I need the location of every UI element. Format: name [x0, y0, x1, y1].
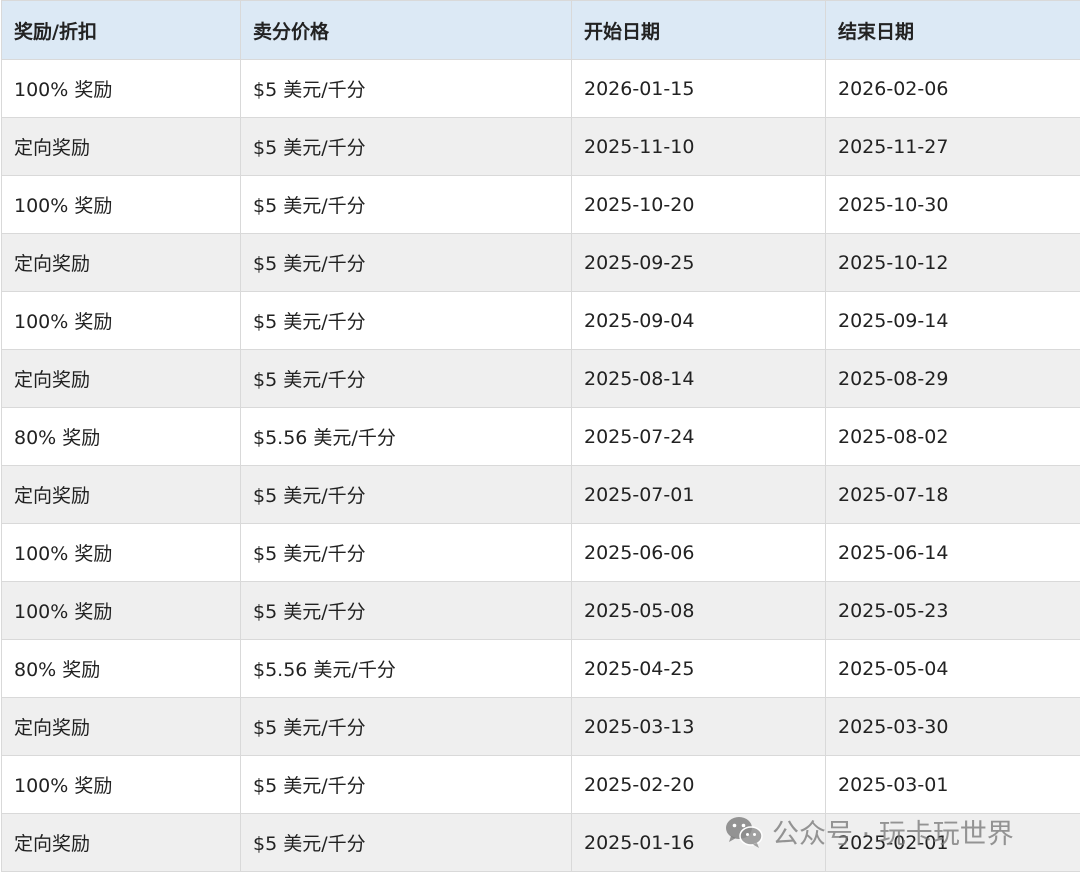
cell-end-date: 2025-05-04 — [825, 639, 1080, 698]
cell-reward: 定向奖励 — [1, 465, 241, 524]
table-row: 100% 奖励 $5 美元/千分 2025-10-20 2025-10-30 — [1, 175, 1080, 234]
cell-price: $5.56 美元/千分 — [240, 407, 572, 466]
table-row: 100% 奖励 $5 美元/千分 2025-02-20 2025-03-01 — [1, 755, 1080, 814]
cell-price: $5 美元/千分 — [240, 291, 572, 350]
cell-reward: 定向奖励 — [1, 349, 241, 408]
cell-reward: 定向奖励 — [1, 697, 241, 756]
cell-end-date: 2025-03-01 — [825, 755, 1080, 814]
cell-reward: 80% 奖励 — [1, 639, 241, 698]
table-row: 定向奖励 $5 美元/千分 2025-03-13 2025-03-30 — [1, 697, 1080, 756]
cell-end-date: 2025-10-30 — [825, 175, 1080, 234]
cell-reward: 80% 奖励 — [1, 407, 241, 466]
rewards-table: 奖励/折扣 卖分价格 开始日期 结束日期 100% 奖励 $5 美元/千分 20… — [1, 0, 1080, 872]
cell-end-date: 2025-08-02 — [825, 407, 1080, 466]
cell-start-date: 2025-08-14 — [571, 349, 826, 408]
cell-price: $5 美元/千分 — [240, 697, 572, 756]
cell-start-date: 2025-01-16 — [571, 813, 826, 872]
cell-price: $5 美元/千分 — [240, 581, 572, 640]
table-row: 定向奖励 $5 美元/千分 2025-11-10 2025-11-27 — [1, 117, 1080, 176]
cell-end-date: 2025-03-30 — [825, 697, 1080, 756]
cell-end-date: 2025-10-12 — [825, 233, 1080, 292]
cell-price: $5 美元/千分 — [240, 523, 572, 582]
cell-end-date: 2025-06-14 — [825, 523, 1080, 582]
cell-start-date: 2025-06-06 — [571, 523, 826, 582]
cell-reward: 100% 奖励 — [1, 755, 241, 814]
cell-end-date: 2025-11-27 — [825, 117, 1080, 176]
table-row: 100% 奖励 $5 美元/千分 2025-06-06 2025-06-14 — [1, 523, 1080, 582]
cell-end-date: 2025-08-29 — [825, 349, 1080, 408]
cell-price: $5.56 美元/千分 — [240, 639, 572, 698]
table-row: 80% 奖励 $5.56 美元/千分 2025-04-25 2025-05-04 — [1, 639, 1080, 698]
cell-end-date: 2026-02-06 — [825, 59, 1080, 118]
table-row: 定向奖励 $5 美元/千分 2025-07-01 2025-07-18 — [1, 465, 1080, 524]
header-start-date: 开始日期 — [571, 0, 826, 60]
header-price: 卖分价格 — [240, 0, 572, 60]
cell-price: $5 美元/千分 — [240, 233, 572, 292]
table-row: 定向奖励 $5 美元/千分 2025-09-25 2025-10-12 — [1, 233, 1080, 292]
cell-start-date: 2025-03-13 — [571, 697, 826, 756]
cell-price: $5 美元/千分 — [240, 465, 572, 524]
cell-start-date: 2025-10-20 — [571, 175, 826, 234]
page: 奖励/折扣 卖分价格 开始日期 结束日期 100% 奖励 $5 美元/千分 20… — [0, 0, 1080, 874]
cell-reward: 定向奖励 — [1, 813, 241, 872]
cell-end-date: 2025-02-01 — [825, 813, 1080, 872]
cell-start-date: 2025-07-01 — [571, 465, 826, 524]
cell-reward: 100% 奖励 — [1, 291, 241, 350]
cell-start-date: 2025-02-20 — [571, 755, 826, 814]
table-row: 100% 奖励 $5 美元/千分 2025-09-04 2025-09-14 — [1, 291, 1080, 350]
cell-reward: 100% 奖励 — [1, 523, 241, 582]
cell-start-date: 2025-11-10 — [571, 117, 826, 176]
header-end-date: 结束日期 — [825, 0, 1080, 60]
header-row: 奖励/折扣 卖分价格 开始日期 结束日期 — [1, 0, 1080, 60]
cell-reward: 定向奖励 — [1, 233, 241, 292]
cell-start-date: 2025-05-08 — [571, 581, 826, 640]
cell-price: $5 美元/千分 — [240, 755, 572, 814]
cell-start-date: 2026-01-15 — [571, 59, 826, 118]
table-row: 定向奖励 $5 美元/千分 2025-01-16 2025-02-01 — [1, 813, 1080, 872]
cell-price: $5 美元/千分 — [240, 117, 572, 176]
table-row: 定向奖励 $5 美元/千分 2025-08-14 2025-08-29 — [1, 349, 1080, 408]
cell-end-date: 2025-07-18 — [825, 465, 1080, 524]
cell-price: $5 美元/千分 — [240, 349, 572, 408]
cell-start-date: 2025-09-04 — [571, 291, 826, 350]
cell-price: $5 美元/千分 — [240, 813, 572, 872]
cell-start-date: 2025-07-24 — [571, 407, 826, 466]
cell-price: $5 美元/千分 — [240, 175, 572, 234]
cell-start-date: 2025-09-25 — [571, 233, 826, 292]
table-body: 100% 奖励 $5 美元/千分 2026-01-15 2026-02-06 定… — [1, 59, 1080, 872]
cell-reward: 定向奖励 — [1, 117, 241, 176]
header-reward: 奖励/折扣 — [1, 0, 241, 60]
table-row: 100% 奖励 $5 美元/千分 2026-01-15 2026-02-06 — [1, 59, 1080, 118]
cell-price: $5 美元/千分 — [240, 59, 572, 118]
cell-reward: 100% 奖励 — [1, 59, 241, 118]
cell-end-date: 2025-05-23 — [825, 581, 1080, 640]
cell-reward: 100% 奖励 — [1, 175, 241, 234]
cell-end-date: 2025-09-14 — [825, 291, 1080, 350]
cell-start-date: 2025-04-25 — [571, 639, 826, 698]
table-header: 奖励/折扣 卖分价格 开始日期 结束日期 — [1, 0, 1080, 60]
table-row: 100% 奖励 $5 美元/千分 2025-05-08 2025-05-23 — [1, 581, 1080, 640]
cell-reward: 100% 奖励 — [1, 581, 241, 640]
table-row: 80% 奖励 $5.56 美元/千分 2025-07-24 2025-08-02 — [1, 407, 1080, 466]
